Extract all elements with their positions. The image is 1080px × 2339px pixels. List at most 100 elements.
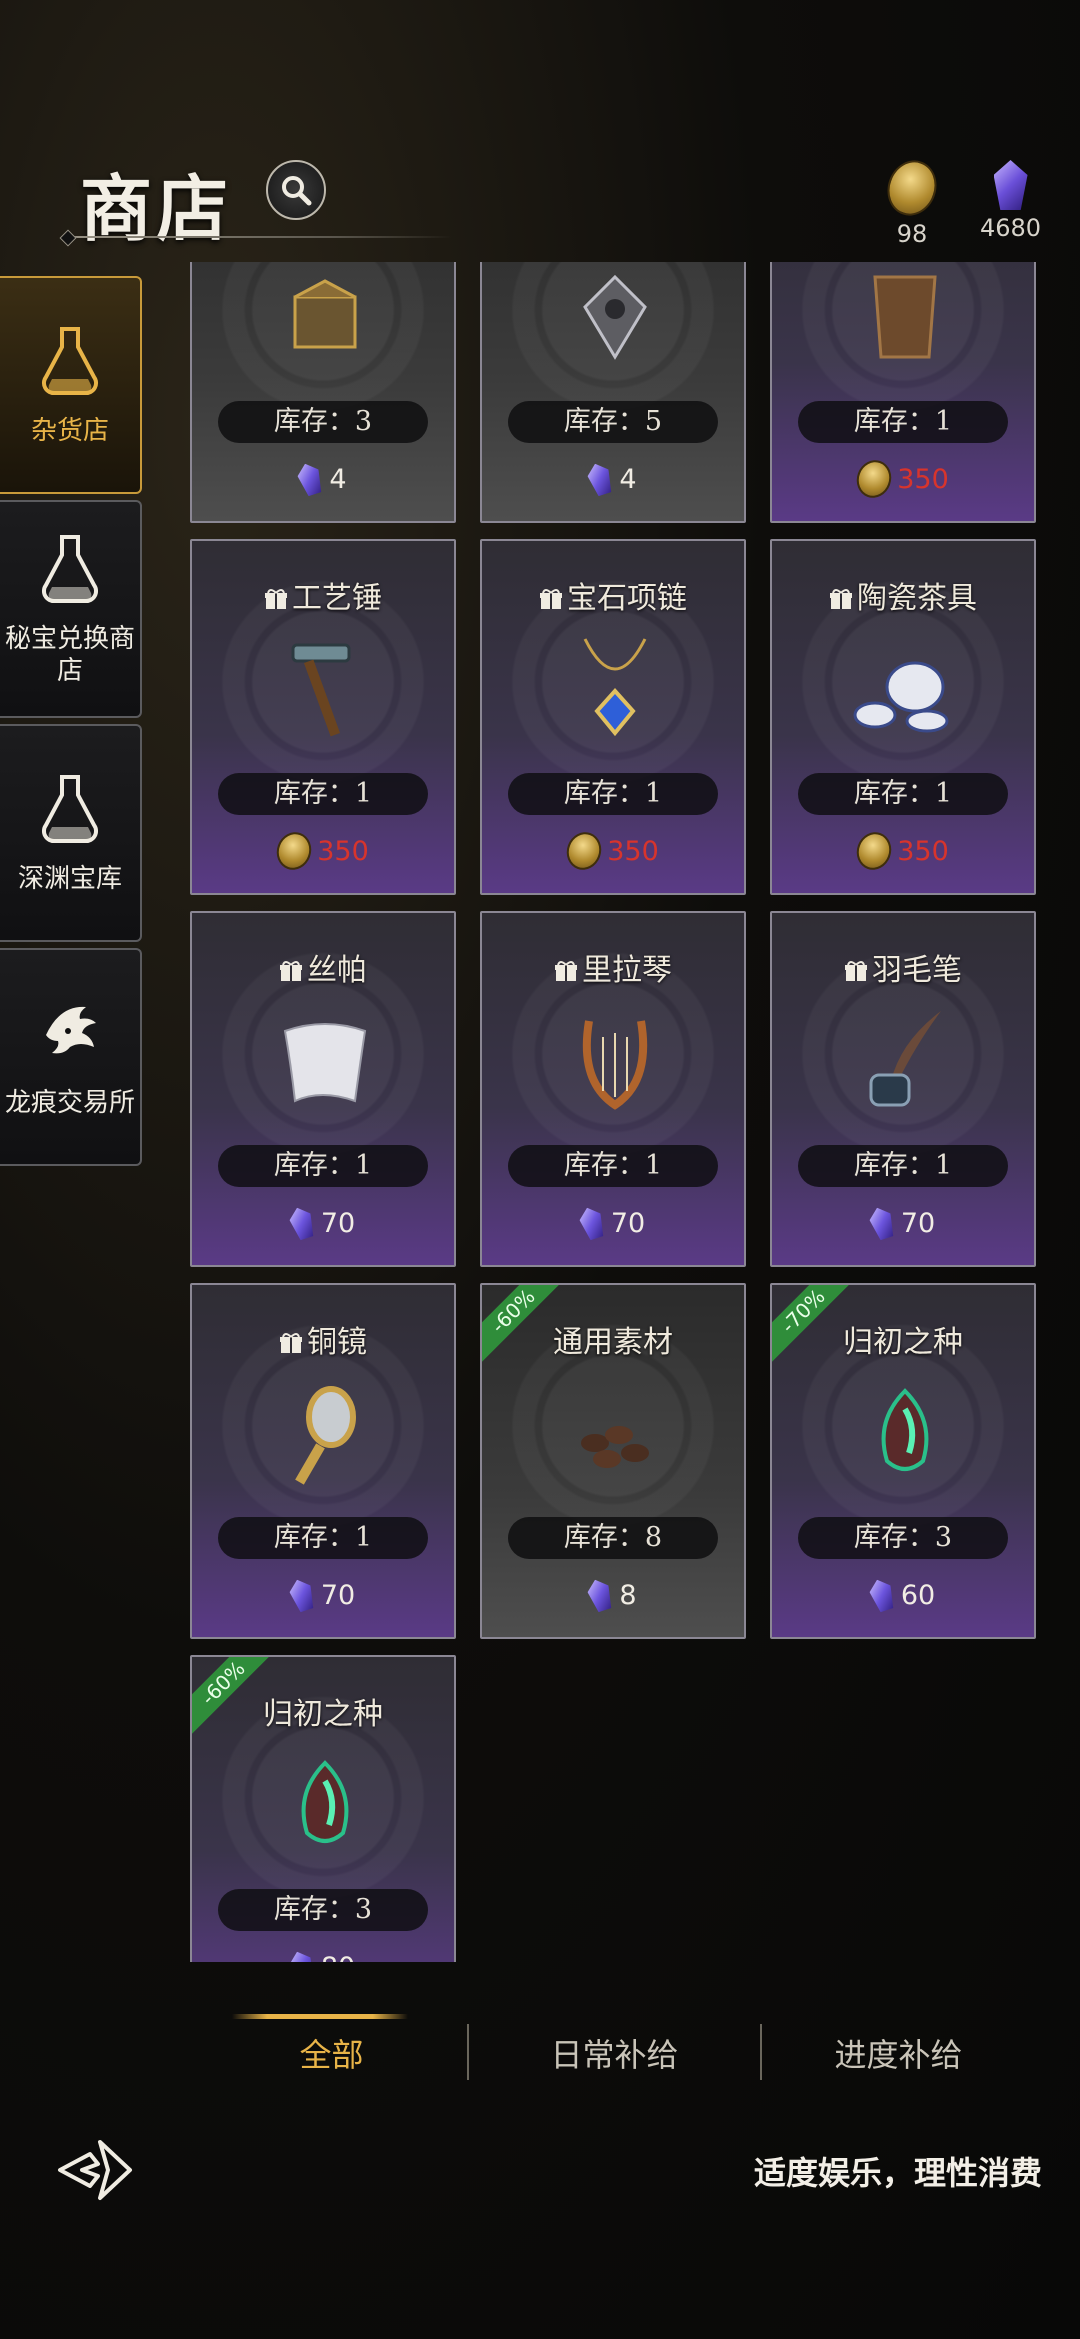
shop-screen: 商店 98 4680 杂货店 秘宝兑换商店 深渊宝库 龙痕交易所 库存：3 4 … bbox=[0, 0, 1080, 2339]
shop-item-card[interactable]: 羽毛笔库存：1 70 bbox=[770, 911, 1036, 1267]
flask-icon bbox=[42, 535, 98, 604]
item-name-text: 归初之种 bbox=[263, 1697, 383, 1732]
price: 60 bbox=[772, 1575, 1034, 1615]
search-icon bbox=[282, 176, 312, 206]
stock-label: 库存：1 bbox=[508, 1145, 718, 1187]
mystery-box-icon bbox=[293, 279, 357, 349]
back-arrow-icon bbox=[58, 2140, 132, 2200]
necklace-icon bbox=[583, 638, 647, 737]
price: 70 bbox=[482, 1203, 744, 1243]
price: 8 bbox=[482, 1575, 744, 1615]
price-value: 70 bbox=[320, 1207, 356, 1239]
purple-gem-icon bbox=[286, 1204, 317, 1241]
stock-label: 库存：1 bbox=[798, 1145, 1008, 1187]
shop-item-card[interactable]: -60% 通用素材 库存：8 8 bbox=[480, 1283, 746, 1639]
page-title: 商店 bbox=[80, 166, 233, 251]
tab-all[interactable]: 全部 bbox=[190, 2010, 473, 2100]
flask-icon bbox=[42, 775, 98, 844]
category-tabs: 全部 日常补给 进度补给 bbox=[190, 2010, 1040, 2100]
item-name-text: 工艺锤 bbox=[292, 581, 382, 616]
moderation-notice: 适度娱乐，理性消费 bbox=[753, 2154, 1042, 2192]
price-value: 8 bbox=[619, 1579, 637, 1611]
item-name: 丝帕 bbox=[192, 945, 454, 989]
gold-coin-icon bbox=[561, 827, 607, 875]
tab-label: 进度补给 bbox=[834, 2036, 963, 2074]
gift-icon bbox=[830, 589, 852, 609]
shop-item-card[interactable]: -70% 归初之种 库存：3 60 bbox=[770, 1283, 1036, 1639]
seed-icon bbox=[301, 1760, 349, 1843]
gift-icon bbox=[845, 961, 867, 981]
stock-label: 库存：3 bbox=[798, 1517, 1008, 1559]
price-value: 350 bbox=[897, 835, 949, 867]
sidebar-item-label: 龙痕交易所 bbox=[4, 1088, 135, 1118]
item-name: 铜镜 bbox=[192, 1317, 454, 1361]
tab-progress-supply[interactable]: 进度补给 bbox=[757, 2010, 1040, 2100]
price: 350 bbox=[772, 455, 1034, 503]
sidebar-item-label: 杂货店 bbox=[30, 416, 109, 446]
sidebar-item-label: 深渊宝库 bbox=[17, 864, 122, 894]
shop-item-card[interactable]: 宝石项链 库存：1 350 bbox=[480, 539, 746, 895]
sidebar-item-abyss-vault[interactable]: 深渊宝库 bbox=[0, 724, 142, 942]
shop-item-card[interactable]: 库存：3 4 bbox=[190, 262, 456, 523]
gem-balance[interactable]: 4680 bbox=[980, 160, 1041, 242]
stock-label: 库存：5 bbox=[508, 401, 718, 443]
sidebar-item-label: 秘宝兑换商店 bbox=[4, 624, 135, 686]
shop-item-card[interactable]: -60%归初之种库存：380 bbox=[190, 1655, 456, 1962]
price-value: 350 bbox=[897, 463, 949, 495]
gift-icon bbox=[555, 961, 577, 981]
sidebar-item-treasure-exchange[interactable]: 秘宝兑换商店 bbox=[0, 500, 142, 718]
back-button[interactable] bbox=[56, 2138, 142, 2202]
purple-gem-icon bbox=[866, 1204, 897, 1241]
price: 70 bbox=[192, 1575, 454, 1615]
item-name-text: 宝石项链 bbox=[567, 581, 687, 616]
item-name: 归初之种 bbox=[772, 1317, 1034, 1361]
cloth-icon bbox=[873, 275, 937, 359]
gift-icon bbox=[280, 1333, 302, 1353]
sidebar-item-dragon-exchange[interactable]: 龙痕交易所 bbox=[0, 948, 142, 1166]
price-value: 80 bbox=[321, 1952, 355, 1963]
price-value: 4 bbox=[329, 463, 347, 495]
title-divider bbox=[62, 236, 452, 238]
price: 350 bbox=[482, 827, 744, 875]
gold-coin-icon bbox=[271, 827, 317, 875]
search-button[interactable] bbox=[266, 160, 326, 220]
purple-gem-icon bbox=[286, 1948, 317, 1962]
gift-icon bbox=[265, 589, 287, 609]
gold-coin-icon bbox=[879, 153, 945, 223]
purple-gem-icon bbox=[585, 460, 616, 497]
handkerchief-icon bbox=[283, 1023, 367, 1103]
purple-gem-icon bbox=[993, 160, 1028, 210]
teaset-icon bbox=[853, 661, 949, 733]
shop-item-card[interactable]: 陶瓷茶具 库存：1 350 bbox=[770, 539, 1036, 895]
tab-daily-supply[interactable]: 日常补给 bbox=[473, 2010, 756, 2100]
shop-item-card[interactable]: 库存：1 350 bbox=[770, 262, 1036, 523]
tab-label: 全部 bbox=[299, 2036, 364, 2074]
item-name-text: 里拉琴 bbox=[582, 953, 672, 988]
shop-item-card[interactable]: 丝帕 库存：1 70 bbox=[190, 911, 456, 1267]
item-name-text: 丝帕 bbox=[307, 953, 367, 988]
price-value: 70 bbox=[900, 1207, 936, 1239]
purple-gem-icon bbox=[576, 1204, 607, 1241]
sidebar-item-general-store[interactable]: 杂货店 bbox=[0, 276, 142, 494]
shop-item-card[interactable]: 工艺锤 库存：1 350 bbox=[190, 539, 456, 895]
price-value: 4 bbox=[619, 463, 637, 495]
gold-coin-icon bbox=[851, 455, 897, 503]
item-name: 工艺锤 bbox=[192, 573, 454, 617]
price: 70 bbox=[192, 1203, 454, 1243]
stock-label: 库存：1 bbox=[798, 401, 1008, 443]
hammer-icon bbox=[291, 643, 351, 737]
shop-item-card[interactable]: 库存：5 4 bbox=[480, 262, 746, 523]
shop-item-card[interactable]: 里拉琴库存：1 70 bbox=[480, 911, 746, 1267]
price-value: 70 bbox=[320, 1579, 356, 1611]
dragon-icon bbox=[46, 1006, 96, 1054]
price: 80 bbox=[192, 1947, 454, 1962]
price-value: 350 bbox=[607, 835, 659, 867]
price: 350 bbox=[192, 827, 454, 875]
lyre-icon bbox=[582, 1020, 648, 1110]
item-name: 羽毛笔 bbox=[772, 945, 1034, 989]
shop-item-card[interactable]: 铜镜 库存：1 70 bbox=[190, 1283, 456, 1639]
tab-divider bbox=[467, 2024, 469, 2080]
gold-coin-balance[interactable]: 98 bbox=[879, 153, 945, 248]
stock-label: 库存：8 bbox=[508, 1517, 718, 1559]
price: 70 bbox=[772, 1203, 1034, 1243]
